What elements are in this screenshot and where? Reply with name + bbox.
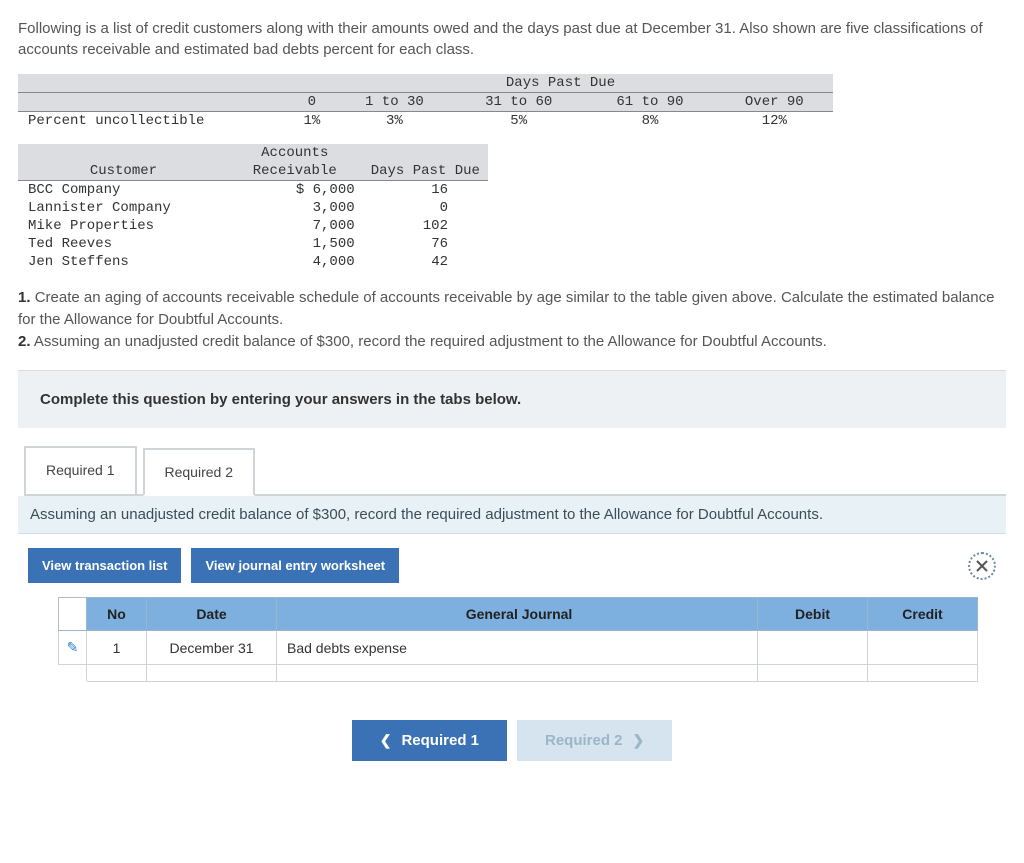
aging-col-3: 61 to 90 xyxy=(584,93,715,112)
intro-text: Following is a list of credit customers … xyxy=(18,18,1006,60)
nav-prev-label: Required 1 xyxy=(401,732,479,749)
journal-hdr-gj: General Journal xyxy=(277,598,758,631)
journal-no[interactable] xyxy=(87,665,147,682)
aging-pct-1: 3% xyxy=(336,112,453,131)
nav-next-label: Required 2 xyxy=(545,732,623,749)
aging-col-4: Over 90 xyxy=(716,93,833,112)
journal-no[interactable]: 1 xyxy=(87,631,147,665)
cust-name: Ted Reeves xyxy=(18,235,227,253)
journal-debit[interactable] xyxy=(758,631,868,665)
cust-dpd: 0 xyxy=(363,199,488,217)
tab-required-2[interactable]: Required 2 xyxy=(143,448,256,496)
journal-credit[interactable] xyxy=(868,665,978,682)
cust-ar: 7,000 xyxy=(227,217,363,235)
nav-prev-button[interactable]: ❮ Required 1 xyxy=(352,720,507,761)
question-1: Create an aging of accounts receivable s… xyxy=(18,289,994,328)
journal-credit[interactable] xyxy=(868,631,978,665)
cust-dpd: 76 xyxy=(363,235,488,253)
customers-table: Accounts Customer Receivable Days Past D… xyxy=(18,144,488,271)
journal-hdr-no: No xyxy=(87,598,147,631)
cust-hdr-ar-2: Receivable xyxy=(227,162,363,181)
cust-hdr-ar-1: Accounts xyxy=(227,144,363,162)
view-journal-entry-worksheet-button[interactable]: View journal entry worksheet xyxy=(191,548,399,583)
cust-ar: 1,500 xyxy=(227,235,363,253)
questions-block: 1. Create an aging of accounts receivabl… xyxy=(18,287,1006,352)
cust-dpd: 102 xyxy=(363,217,488,235)
chevron-left-icon: ❮ xyxy=(380,732,392,749)
journal-table: No Date General Journal Debit Credit ✎ 1… xyxy=(58,597,978,682)
cust-name: Jen Steffens xyxy=(18,253,227,271)
aging-col-1: 1 to 30 xyxy=(336,93,453,112)
pencil-icon[interactable]: ✎ xyxy=(67,639,79,655)
cust-name: BCC Company xyxy=(18,181,227,200)
journal-date[interactable]: December 31 xyxy=(147,631,277,665)
cust-ar: $ 6,000 xyxy=(227,181,363,200)
cust-dpd: 16 xyxy=(363,181,488,200)
cust-name: Mike Properties xyxy=(18,217,227,235)
journal-row[interactable] xyxy=(59,665,978,682)
cust-dpd: 42 xyxy=(363,253,488,271)
aging-table: Days Past Due 0 1 to 30 31 to 60 61 to 9… xyxy=(18,74,833,130)
aging-header: Days Past Due xyxy=(288,74,833,93)
journal-hdr-date: Date xyxy=(147,598,277,631)
question-2: Assuming an unadjusted credit balance of… xyxy=(34,333,827,350)
aging-pct-3: 8% xyxy=(584,112,715,131)
aging-pct-4: 12% xyxy=(716,112,833,131)
cust-ar: 4,000 xyxy=(227,253,363,271)
journal-account[interactable]: Bad debts expense xyxy=(277,631,758,665)
aging-col-2: 31 to 60 xyxy=(453,93,584,112)
journal-hdr-credit: Credit xyxy=(868,598,978,631)
journal-date[interactable] xyxy=(147,665,277,682)
aging-pct-0: 1% xyxy=(288,112,336,131)
close-icon[interactable] xyxy=(968,552,996,580)
aging-pct-2: 5% xyxy=(453,112,584,131)
tab-required-1[interactable]: Required 1 xyxy=(24,446,137,494)
view-transaction-list-button[interactable]: View transaction list xyxy=(28,548,181,583)
aging-col-0: 0 xyxy=(288,93,336,112)
journal-row[interactable]: ✎ 1 December 31 Bad debts expense xyxy=(59,631,978,665)
journal-account[interactable] xyxy=(277,665,758,682)
nav-next-button[interactable]: Required 2 ❯ xyxy=(517,720,672,761)
journal-debit[interactable] xyxy=(758,665,868,682)
journal-hdr-debit: Debit xyxy=(758,598,868,631)
cust-hdr-dpd: Days Past Due xyxy=(363,162,488,181)
aging-row-label: Percent uncollectible xyxy=(18,112,288,131)
chevron-right-icon: ❯ xyxy=(633,732,645,749)
complete-instruction: Complete this question by entering your … xyxy=(18,371,1006,428)
cust-name: Lannister Company xyxy=(18,199,227,217)
tab-prompt: Assuming an unadjusted credit balance of… xyxy=(18,496,1006,534)
cust-hdr-customer: Customer xyxy=(18,162,227,181)
cust-ar: 3,000 xyxy=(227,199,363,217)
tabs: Required 1 Required 2 xyxy=(24,446,1006,496)
